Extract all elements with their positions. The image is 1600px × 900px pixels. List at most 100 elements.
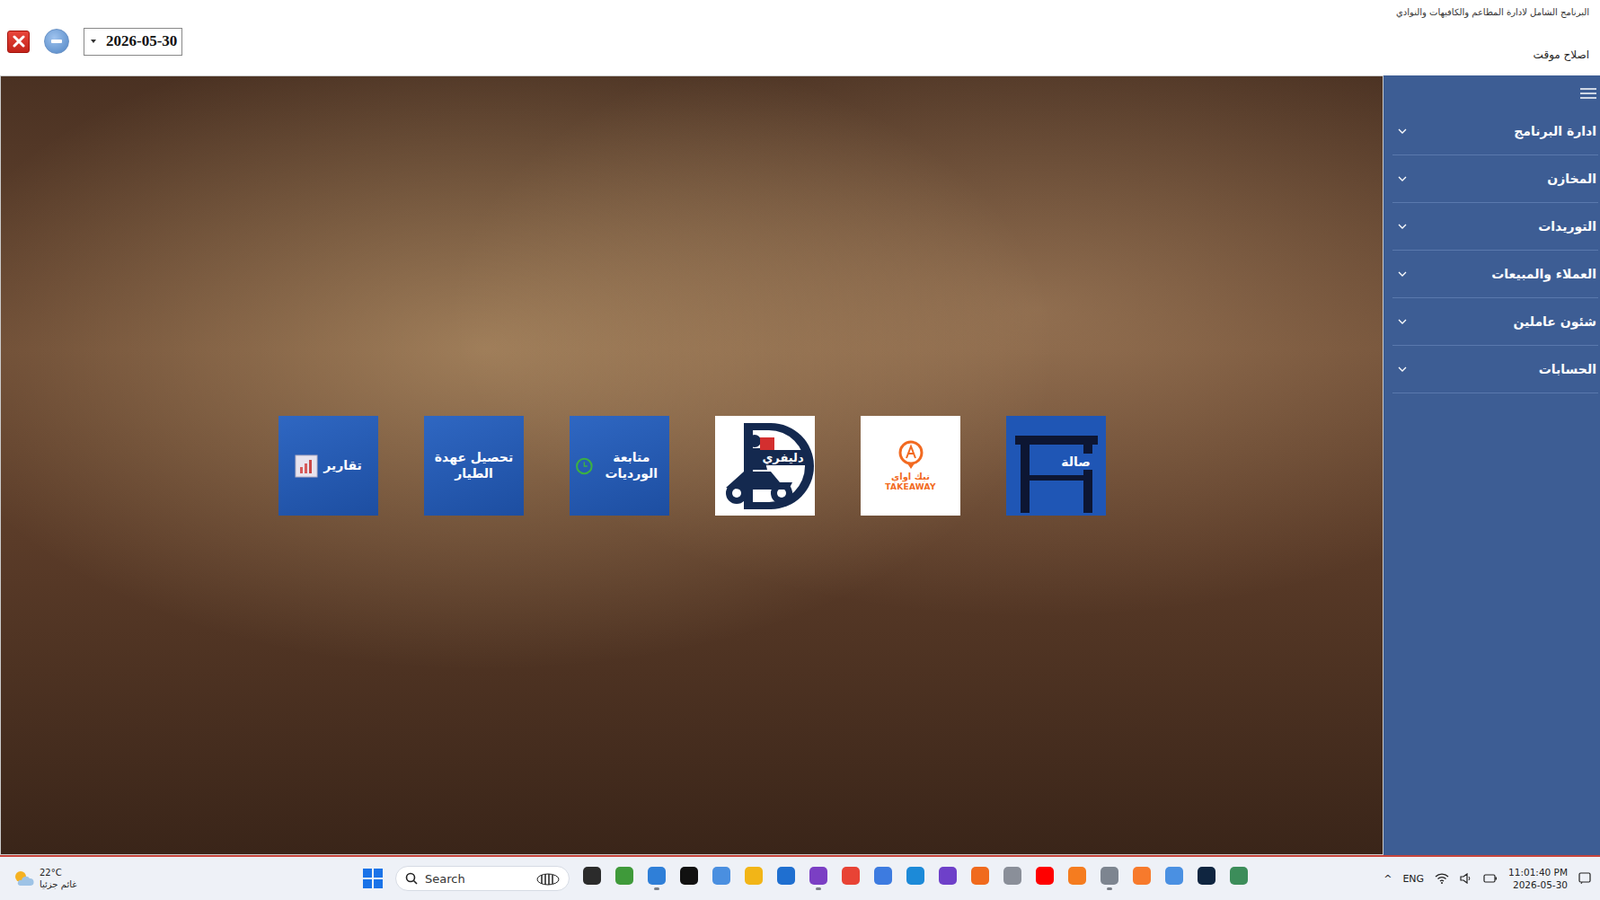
sidebar-item[interactable]: التوريدات bbox=[1392, 203, 1599, 251]
taskbar-app[interactable] bbox=[1034, 866, 1055, 891]
screen-app-icon bbox=[1229, 866, 1248, 885]
fix-label[interactable]: اصلاح موقت bbox=[1533, 48, 1590, 62]
title-bar: 2026-05-30 البرنامج الشامل لادارة المطاع… bbox=[0, 0, 1600, 76]
running-indicator bbox=[1074, 887, 1080, 891]
title-area: البرنامج الشامل لادارة المطاعم والكافيها… bbox=[1396, 0, 1593, 76]
tile-label: تحصيل عهدة الطيار bbox=[429, 450, 519, 482]
sidebar-item[interactable]: الحسابات bbox=[1392, 345, 1599, 394]
minimize-button[interactable] bbox=[44, 28, 70, 54]
orange-app-icon bbox=[1068, 866, 1087, 885]
shifts-tile[interactable]: متابعة الورديات bbox=[569, 415, 670, 516]
taskbar-app[interactable] bbox=[679, 866, 699, 891]
store-icon bbox=[777, 866, 796, 885]
taskbar-app[interactable] bbox=[970, 866, 991, 891]
weather-text: 22°C غائم جزئيا bbox=[39, 866, 77, 891]
taskbar-app[interactable] bbox=[905, 866, 926, 891]
sidebar-label: ادارة البرنامج bbox=[1513, 123, 1597, 139]
running-indicator bbox=[686, 887, 692, 891]
running-indicator bbox=[751, 887, 757, 891]
taskbar-app[interactable] bbox=[1196, 866, 1217, 891]
date-picker[interactable]: 2026-05-30 bbox=[83, 27, 183, 56]
chevron-down-icon bbox=[1397, 223, 1407, 230]
github-icon bbox=[938, 866, 957, 885]
takeaway-tile[interactable]: تيك اواي TAKEAWAY bbox=[860, 415, 961, 516]
taskbar-app[interactable] bbox=[1164, 866, 1185, 891]
running-indicator bbox=[1009, 887, 1016, 891]
sidebar-label: الحسابات bbox=[1538, 362, 1597, 377]
running-indicator bbox=[621, 887, 628, 891]
firefox-icon bbox=[971, 866, 990, 885]
sidebar-item[interactable]: العملاء والمبيعات bbox=[1392, 250, 1599, 299]
taskbar-app[interactable] bbox=[1002, 866, 1023, 891]
taskbar-app[interactable] bbox=[1067, 866, 1088, 891]
taskbar-apps: Search bbox=[362, 866, 1249, 892]
taskbar-app[interactable] bbox=[1228, 866, 1249, 891]
language-indicator[interactable]: ENG bbox=[1402, 873, 1424, 885]
sidebar-item[interactable]: ادارة البرنامج bbox=[1392, 107, 1599, 156]
notification-icon[interactable] bbox=[1578, 872, 1592, 885]
tile-label: صالة bbox=[1058, 453, 1094, 470]
wifi-icon[interactable] bbox=[1434, 873, 1450, 884]
taskbar-app[interactable] bbox=[1131, 866, 1152, 891]
delivery-tile[interactable]: دليفري bbox=[715, 415, 815, 516]
search-icon bbox=[405, 872, 418, 885]
search-box[interactable]: Search bbox=[395, 866, 570, 892]
tile-label: دليفري bbox=[759, 450, 806, 466]
taskbar-app[interactable] bbox=[582, 866, 602, 891]
sidebar-label: المخازن bbox=[1546, 171, 1597, 186]
running-indicator bbox=[977, 887, 983, 891]
hamburger-icon[interactable] bbox=[1580, 88, 1597, 99]
custody-tile[interactable]: تحصيل عهدة الطيار bbox=[424, 415, 524, 516]
taskbar-app[interactable] bbox=[776, 866, 796, 891]
battery-icon[interactable] bbox=[1483, 874, 1498, 884]
close-button[interactable] bbox=[7, 30, 30, 54]
a-dark-icon bbox=[1197, 866, 1216, 885]
clock-icon bbox=[574, 452, 594, 480]
dropdown-arrow-icon bbox=[89, 38, 98, 45]
sidebar-label: شئون عاملين bbox=[1512, 314, 1597, 329]
taskbar-app[interactable] bbox=[743, 866, 764, 891]
speaker-icon[interactable] bbox=[1459, 873, 1473, 884]
sidebar-item[interactable]: المخازن bbox=[1392, 155, 1599, 204]
taskbar-app[interactable] bbox=[614, 866, 635, 891]
tile-label: متابعة الورديات bbox=[599, 450, 664, 482]
taskbar-app[interactable] bbox=[711, 866, 732, 891]
sidebar-item[interactable]: شئون عاملين bbox=[1392, 298, 1599, 346]
running-indicator bbox=[815, 887, 822, 891]
temperature: 22°C bbox=[39, 866, 77, 879]
tool-app-icon bbox=[1100, 866, 1119, 885]
system-tray: ^ ENG 11:01:40 PM 2026-05-30 bbox=[1383, 866, 1592, 892]
taskbar-app[interactable] bbox=[646, 866, 667, 891]
running-indicator bbox=[1106, 887, 1113, 891]
chevron-down-icon bbox=[1397, 128, 1407, 134]
sidebar: ادارة البرنامج المخازن التوريدات العملاء… bbox=[1383, 75, 1600, 856]
main-area: تقاريرتحصيل عهدة الطيار متابعة الورديات … bbox=[0, 75, 1600, 858]
minimize-icon bbox=[50, 38, 63, 45]
reports-tile[interactable]: تقارير bbox=[278, 415, 379, 516]
taskbar-app[interactable] bbox=[937, 866, 958, 891]
tray-overflow[interactable]: ^ bbox=[1383, 873, 1392, 885]
running-indicator bbox=[848, 887, 854, 891]
windows-start-icon[interactable] bbox=[362, 868, 383, 889]
youtube-icon bbox=[1035, 866, 1054, 885]
hall-tile[interactable]: صالة bbox=[1006, 415, 1106, 516]
taskbar-app[interactable] bbox=[808, 866, 829, 891]
weather-widget[interactable]: 22°C غائم جزئيا bbox=[12, 866, 229, 891]
a-light-icon bbox=[1165, 866, 1184, 885]
restaurant-photo: تقاريرتحصيل عهدة الطيار متابعة الورديات … bbox=[0, 75, 1384, 856]
sublime-icon bbox=[1132, 866, 1151, 885]
sidebar-label: العملاء والمبيعات bbox=[1491, 266, 1597, 282]
chevron-down-icon bbox=[1397, 271, 1407, 277]
chrome-icon bbox=[841, 866, 860, 885]
search-placeholder: Search bbox=[424, 872, 528, 886]
taskbar-app[interactable] bbox=[1099, 866, 1120, 891]
taskbar: 22°C غائم جزئيا Search ^ ENG 11:01:40 PM… bbox=[0, 857, 1600, 900]
clock[interactable]: 11:01:40 PM 2026-05-30 bbox=[1508, 866, 1568, 892]
running-indicator bbox=[1042, 887, 1048, 891]
weather-condition: غائم جزئيا bbox=[39, 878, 77, 891]
chevron-down-icon bbox=[1397, 366, 1407, 372]
chevron-down-icon bbox=[1397, 176, 1407, 182]
chevron-down-icon bbox=[1397, 318, 1407, 325]
taskbar-app[interactable] bbox=[873, 866, 893, 891]
taskbar-app[interactable] bbox=[840, 866, 861, 891]
